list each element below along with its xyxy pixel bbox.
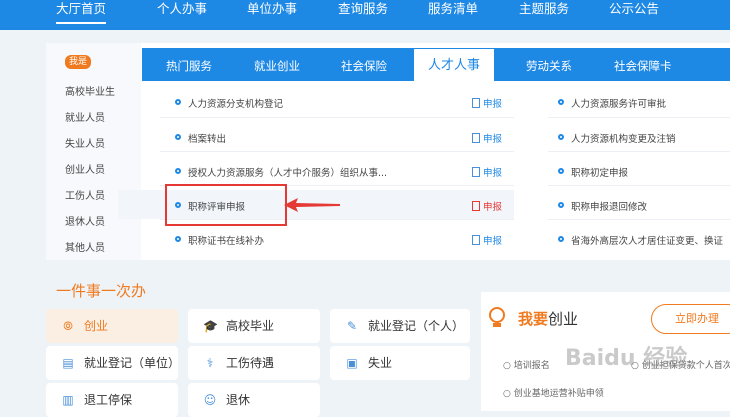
bullet-icon <box>558 134 564 140</box>
bullet-icon <box>175 134 181 140</box>
start-link[interactable]: ○ 培训报名 <box>503 358 550 371</box>
document-icon <box>472 167 480 177</box>
card-unemployment[interactable]: ▣ 失业 <box>330 346 470 380</box>
document-icon <box>472 235 480 245</box>
apply-link[interactable]: 申报 <box>472 165 502 179</box>
tab-talent[interactable]: 人才人事 <box>414 49 495 83</box>
bullet-icon <box>558 202 564 208</box>
row-divider <box>548 117 730 118</box>
graduation-cap-icon: 🎓 <box>203 319 218 333</box>
row-divider <box>548 219 730 220</box>
identity-employed[interactable]: 就业人员 <box>65 109 105 124</box>
nav-service-list[interactable]: 服务清单 <box>428 0 478 24</box>
tab-labor[interactable]: 劳动关系 <box>526 48 572 81</box>
card-stop-insurance[interactable]: ▥ 退工停保 <box>46 383 178 417</box>
nav-announcement[interactable]: 公示公告 <box>609 0 659 24</box>
card-injury-benefit[interactable]: ⚕ 工伤待遇 <box>188 346 320 380</box>
row-divider <box>548 185 730 186</box>
identity-unemployed[interactable]: 失业人员 <box>65 135 105 150</box>
briefcase-icon: ▣ <box>346 356 358 370</box>
tab-social-insurance[interactable]: 社会保险 <box>341 48 387 81</box>
card-employment-unit[interactable]: ▤ 就业登记（单位） <box>46 346 180 380</box>
building-icon: ▤ <box>62 356 74 370</box>
identity-injured[interactable]: 工伤人员 <box>65 187 105 202</box>
nav-unit[interactable]: 单位办事 <box>247 0 297 24</box>
apply-now-button[interactable]: 立即办理 <box>651 304 730 334</box>
card-retirement[interactable]: ☺ 退休 <box>188 383 320 417</box>
row-divider <box>160 117 514 118</box>
person-icon: ☺ <box>203 393 217 407</box>
identity-sidebar: 我是 高校毕业生 就业人员 失业人员 创业人员 工伤人员 退休人员 其他人员 <box>46 43 141 260</box>
apply-link[interactable]: 申报 <box>472 131 502 145</box>
nav-hall-home[interactable]: 大厅首页 <box>56 0 107 24</box>
nav-personal[interactable]: 个人办事 <box>157 0 207 24</box>
identity-retired[interactable]: 退休人员 <box>65 213 105 228</box>
apply-link-active[interactable]: 申报 <box>472 199 502 213</box>
top-navigation: 大厅首页 个人办事 单位办事 查询服务 服务清单 主题服务 公示公告 <box>0 0 730 30</box>
tab-hot[interactable]: 热门服务 <box>166 48 212 81</box>
document-icon: ▥ <box>62 393 74 407</box>
baidu-watermark: Baidu 经验 <box>565 346 688 371</box>
bullet-icon <box>558 236 564 242</box>
nav-query[interactable]: 查询服务 <box>338 0 388 24</box>
row-divider <box>548 151 730 152</box>
startup-icon: ⦾ <box>63 319 73 333</box>
card-entrepreneurship[interactable]: ⦾ 创业 <box>46 309 178 343</box>
document-icon <box>472 133 480 143</box>
bullet-icon <box>175 236 181 242</box>
form-icon: ✎ <box>346 319 358 333</box>
service-tabs: 热门服务 就业创业 社会保险 人才人事 劳动关系 社会保障卡 <box>142 48 730 83</box>
start-link[interactable]: ○ 创业基地运营补贴申领 <box>503 386 604 399</box>
section-title: 一件事一次办 <box>56 282 147 300</box>
highlight-box <box>165 184 287 226</box>
row-divider <box>160 151 514 152</box>
nav-theme[interactable]: 主题服务 <box>519 0 569 24</box>
tab-employment[interactable]: 就业创业 <box>254 48 300 81</box>
apply-link[interactable]: 申报 <box>472 233 502 247</box>
identity-badge: 我是 <box>65 55 92 69</box>
identity-entrepreneur[interactable]: 创业人员 <box>65 161 105 176</box>
bullet-icon <box>175 168 181 174</box>
apply-link[interactable]: 申报 <box>472 96 502 110</box>
lightbulb-icon <box>489 307 505 327</box>
document-icon <box>472 98 480 108</box>
identity-graduate[interactable]: 高校毕业生 <box>65 83 115 98</box>
identity-other[interactable]: 其他人员 <box>65 239 105 254</box>
card-graduate[interactable]: 🎓 高校毕业 <box>188 309 320 343</box>
bullet-icon <box>558 168 564 174</box>
medical-icon: ⚕ <box>206 356 214 370</box>
pointer-arrow-icon <box>284 198 340 212</box>
bullet-icon <box>558 99 564 105</box>
service-item[interactable]: 省海外高层次人才居住证变更、换证 <box>558 233 730 247</box>
bullet-icon <box>175 99 181 105</box>
document-icon <box>472 201 480 211</box>
card-employment-personal[interactable]: ✎ 就业登记（个人） <box>330 309 470 343</box>
start-title: 我要创业 <box>518 310 579 328</box>
tab-social-card[interactable]: 社会保障卡 <box>614 48 672 81</box>
